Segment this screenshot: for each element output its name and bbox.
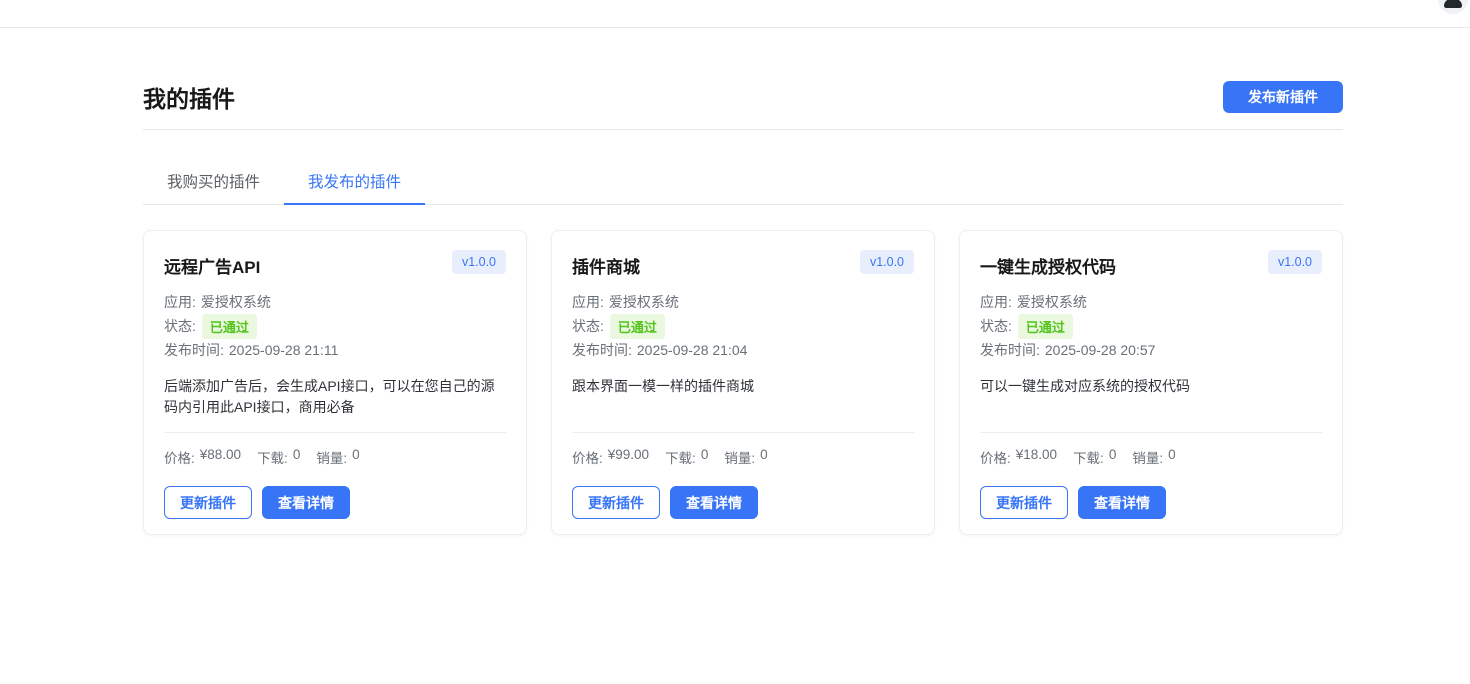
downloads-value: 0 — [293, 447, 301, 467]
plugin-status-line: 状态: 已通过 — [980, 314, 1322, 338]
card-divider — [572, 432, 914, 433]
plugin-card-header: 远程广告API v1.0.0 — [164, 250, 506, 278]
tab-purchased-plugins[interactable]: 我购买的插件 — [143, 159, 284, 205]
plugin-name: 远程广告API — [164, 250, 260, 278]
plugin-publish-time-line: 发布时间: 2025-09-28 21:04 — [572, 338, 914, 362]
sales-stat: 销量: 0 — [316, 447, 359, 467]
publish-time-value: 2025-09-28 21:11 — [229, 342, 339, 358]
topbar — [0, 0, 1470, 28]
version-badge: v1.0.0 — [1268, 250, 1322, 274]
price-value: ¥18.00 — [1016, 447, 1057, 467]
publish-time-label: 发布时间: — [572, 340, 632, 360]
status-badge: 已通过 — [202, 314, 257, 339]
price-label: 价格: — [572, 447, 603, 467]
plugin-description: 可以一键生成对应系统的授权代码 — [980, 376, 1322, 422]
plugin-actions: 更新插件 查看详情 — [572, 486, 914, 519]
view-detail-button[interactable]: 查看详情 — [262, 486, 350, 519]
plugin-name: 插件商城 — [572, 250, 640, 278]
publish-time-value: 2025-09-28 21:04 — [637, 342, 748, 358]
page-title: 我的插件 — [143, 80, 235, 114]
plugin-meta: 应用: 爱授权系统 状态: 已通过 发布时间: 2025-09-28 21:04 — [572, 290, 914, 362]
downloads-value: 0 — [701, 447, 709, 467]
update-plugin-button[interactable]: 更新插件 — [980, 486, 1068, 519]
plugin-app-line: 应用: 爱授权系统 — [572, 290, 914, 314]
app-value: 爱授权系统 — [1017, 292, 1087, 312]
price-label: 价格: — [164, 447, 195, 467]
publish-plugin-button[interactable]: 发布新插件 — [1223, 81, 1343, 113]
update-plugin-button[interactable]: 更新插件 — [164, 486, 252, 519]
user-avatar-icon — [1444, 0, 1462, 8]
sales-stat: 销量: 0 — [724, 447, 767, 467]
plugin-card: 远程广告API v1.0.0 应用: 爱授权系统 状态: 已通过 发布时间: 2… — [143, 230, 527, 535]
app-value: 爱授权系统 — [201, 292, 271, 312]
sales-value: 0 — [760, 447, 768, 467]
plugin-stats: 价格: ¥88.00 下载: 0 销量: 0 — [164, 447, 506, 467]
app-label: 应用: — [164, 292, 196, 312]
plugin-card-grid: 远程广告API v1.0.0 应用: 爱授权系统 状态: 已通过 发布时间: 2… — [143, 230, 1343, 535]
plugin-status-line: 状态: 已通过 — [164, 314, 506, 338]
price-stat: 价格: ¥99.00 — [572, 447, 649, 467]
downloads-label: 下载: — [1073, 447, 1104, 467]
plugin-stats: 价格: ¥18.00 下载: 0 销量: 0 — [980, 447, 1322, 467]
main-content: 我的插件 发布新插件 我购买的插件 我发布的插件 远程广告API v1.0.0 … — [143, 81, 1343, 535]
plugin-publish-time-line: 发布时间: 2025-09-28 21:11 — [164, 338, 506, 362]
price-stat: 价格: ¥88.00 — [164, 447, 241, 467]
plugin-actions: 更新插件 查看详情 — [164, 486, 506, 519]
downloads-stat: 下载: 0 — [1073, 447, 1116, 467]
downloads-label: 下载: — [665, 447, 696, 467]
plugin-publish-time-line: 发布时间: 2025-09-28 20:57 — [980, 338, 1322, 362]
sales-value: 0 — [1168, 447, 1176, 467]
plugin-actions: 更新插件 查看详情 — [980, 486, 1322, 519]
price-stat: 价格: ¥18.00 — [980, 447, 1057, 467]
app-label: 应用: — [980, 292, 1012, 312]
downloads-value: 0 — [1109, 447, 1117, 467]
version-badge: v1.0.0 — [452, 250, 506, 274]
plugin-card-header: 一键生成授权代码 v1.0.0 — [980, 250, 1322, 278]
downloads-stat: 下载: 0 — [257, 447, 300, 467]
plugin-app-line: 应用: 爱授权系统 — [164, 290, 506, 314]
downloads-label: 下载: — [257, 447, 288, 467]
sales-stat: 销量: 0 — [1132, 447, 1175, 467]
publish-time-label: 发布时间: — [980, 340, 1040, 360]
plugin-description: 后端添加广告后，会生成API接口，可以在您自己的源码内引用此API接口，商用必备 — [164, 376, 506, 422]
header-divider — [143, 129, 1343, 130]
plugin-app-line: 应用: 爱授权系统 — [980, 290, 1322, 314]
status-badge: 已通过 — [1018, 314, 1073, 339]
version-badge: v1.0.0 — [860, 250, 914, 274]
tabs: 我购买的插件 我发布的插件 — [143, 159, 1343, 205]
sales-label: 销量: — [1132, 447, 1163, 467]
plugin-name: 一键生成授权代码 — [980, 250, 1116, 278]
sales-label: 销量: — [724, 447, 755, 467]
sales-value: 0 — [352, 447, 360, 467]
plugin-card-header: 插件商城 v1.0.0 — [572, 250, 914, 278]
plugin-status-line: 状态: 已通过 — [572, 314, 914, 338]
price-label: 价格: — [980, 447, 1011, 467]
view-detail-button[interactable]: 查看详情 — [1078, 486, 1166, 519]
downloads-stat: 下载: 0 — [665, 447, 708, 467]
tab-published-plugins[interactable]: 我发布的插件 — [284, 159, 425, 205]
page-header: 我的插件 发布新插件 — [143, 81, 1343, 113]
plugin-card: 一键生成授权代码 v1.0.0 应用: 爱授权系统 状态: 已通过 发布时间: … — [959, 230, 1343, 535]
price-value: ¥88.00 — [200, 447, 241, 467]
plugin-meta: 应用: 爱授权系统 状态: 已通过 发布时间: 2025-09-28 21:11 — [164, 290, 506, 362]
status-label: 状态: — [572, 316, 604, 336]
view-detail-button[interactable]: 查看详情 — [670, 486, 758, 519]
plugin-card: 插件商城 v1.0.0 应用: 爱授权系统 状态: 已通过 发布时间: 2025… — [551, 230, 935, 535]
publish-time-label: 发布时间: — [164, 340, 224, 360]
status-badge: 已通过 — [610, 314, 665, 339]
card-divider — [164, 432, 506, 433]
update-plugin-button[interactable]: 更新插件 — [572, 486, 660, 519]
status-label: 状态: — [980, 316, 1012, 336]
plugin-description: 跟本界面一模一样的插件商城 — [572, 376, 914, 422]
status-label: 状态: — [164, 316, 196, 336]
publish-time-value: 2025-09-28 20:57 — [1045, 342, 1156, 358]
plugin-stats: 价格: ¥99.00 下载: 0 销量: 0 — [572, 447, 914, 467]
app-label: 应用: — [572, 292, 604, 312]
app-value: 爱授权系统 — [609, 292, 679, 312]
price-value: ¥99.00 — [608, 447, 649, 467]
user-avatar[interactable] — [1438, 0, 1468, 14]
sales-label: 销量: — [316, 447, 347, 467]
plugin-meta: 应用: 爱授权系统 状态: 已通过 发布时间: 2025-09-28 20:57 — [980, 290, 1322, 362]
card-divider — [980, 432, 1322, 433]
